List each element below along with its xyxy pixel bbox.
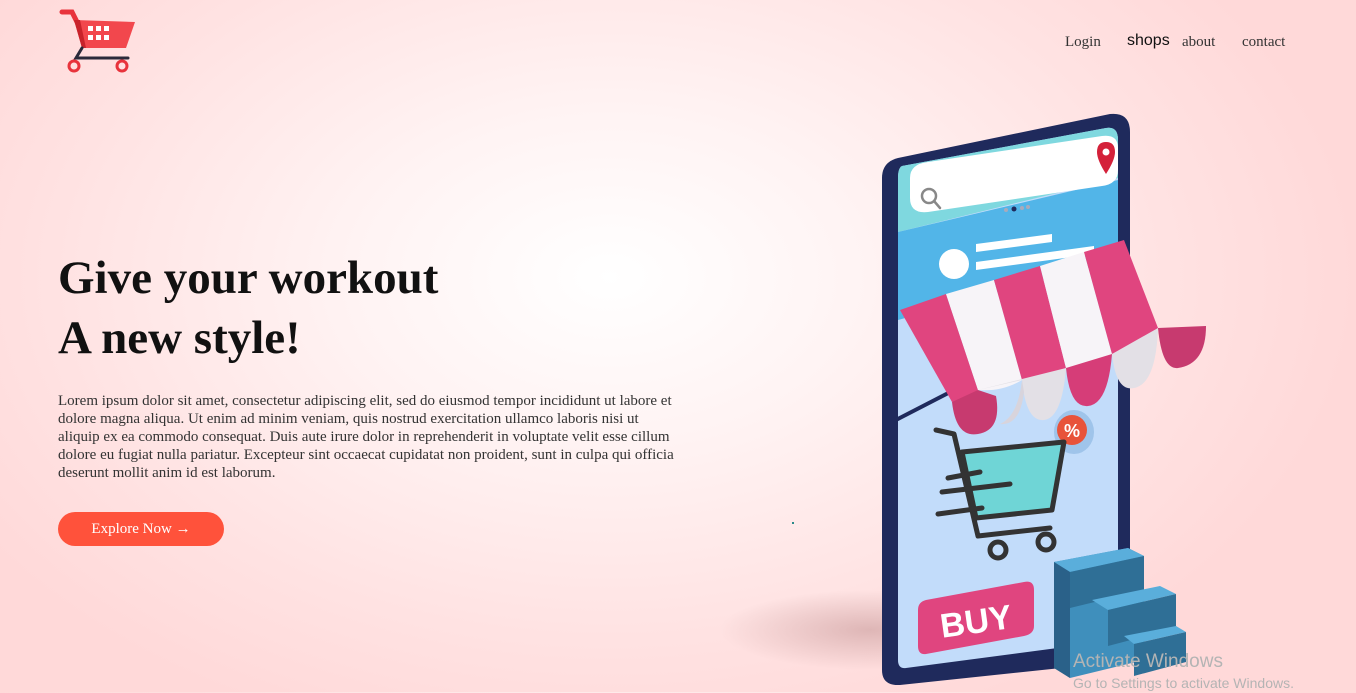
windows-activation-watermark: Activate Windows Go to Settings to activ…: [1073, 651, 1294, 693]
hero-paragraph: Lorem ipsum dolor sit amet, consectetur …: [58, 393, 674, 481]
watermark-line1: Activate Windows: [1073, 651, 1223, 672]
nav-link-contact[interactable]: contact: [1242, 34, 1285, 51]
hero-title: Give your workout A new style!: [58, 248, 438, 368]
explore-now-button[interactable]: Explore Now →: [58, 512, 224, 546]
svg-text:%: %: [1064, 421, 1080, 441]
top-nav: Login shops about contact: [0, 32, 1356, 56]
hero-title-line2: A new style!: [58, 312, 301, 364]
nav-link-shops[interactable]: shops: [1127, 32, 1170, 50]
watermark-line2: Go to Settings to activate Windows.: [1073, 675, 1294, 691]
nav-link-login[interactable]: Login: [1065, 34, 1101, 51]
hero-title-line1: Give your workout: [58, 252, 439, 304]
avatar-placeholder: [939, 249, 969, 279]
phone-shop-illustration: % BUY: [720, 113, 1206, 686]
nav-link-about[interactable]: about: [1182, 34, 1215, 51]
